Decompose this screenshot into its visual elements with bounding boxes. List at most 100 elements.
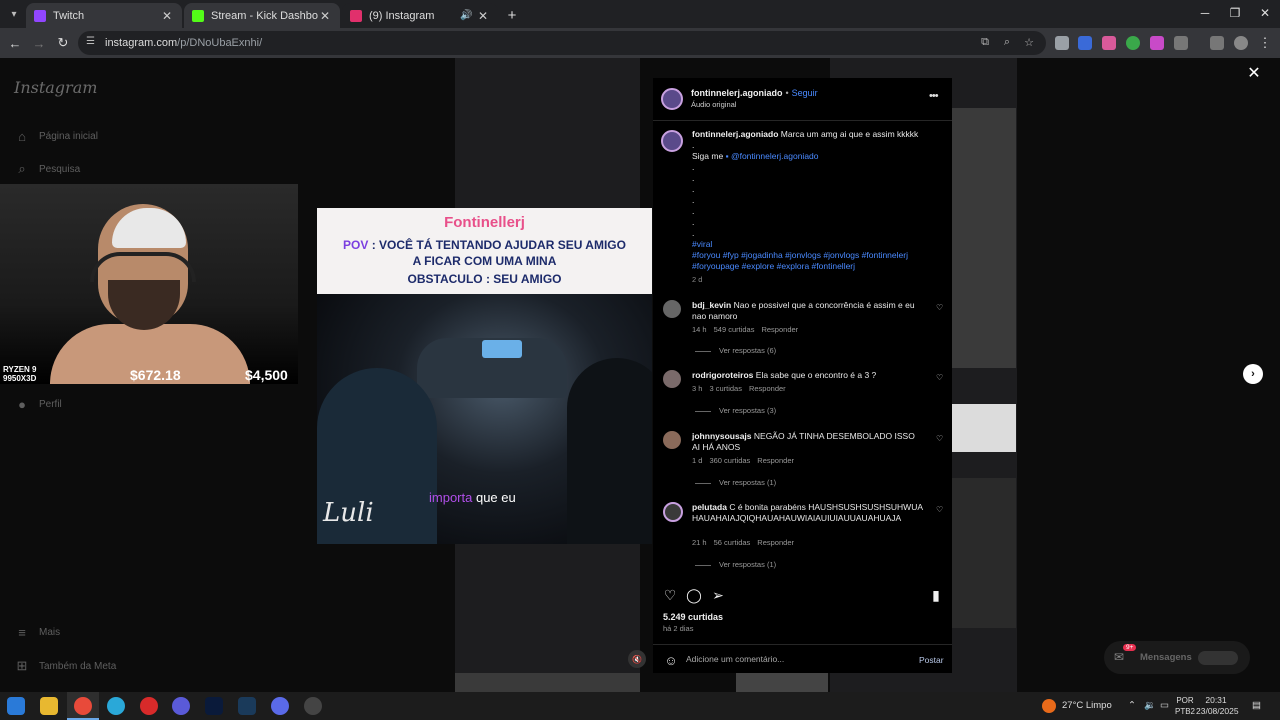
comment-username[interactable]: pelutada (692, 502, 727, 512)
comment-input[interactable] (686, 654, 906, 664)
audio-extension-icon[interactable] (1078, 36, 1092, 50)
windows-start-icon[interactable] (7, 697, 25, 715)
hashtags[interactable]: #foryou #fyp #jogadinha #jonvlogs #jonvl… (692, 250, 942, 261)
purple-extension-icon[interactable] (1150, 36, 1164, 50)
view-replies[interactable]: Ver respostas (1) (695, 478, 776, 487)
new-tab-button[interactable]: + (503, 6, 521, 24)
reply-button[interactable]: Responder (757, 538, 794, 547)
instagram-logo[interactable]: Instagram (14, 78, 97, 97)
sidebar-item-home[interactable]: ⌂ Página inicial (14, 128, 98, 144)
avatar[interactable] (661, 130, 683, 152)
speaker-icon[interactable]: 🔊 (460, 10, 476, 21)
view-replies[interactable]: Ver respostas (3) (695, 406, 776, 415)
comment-likes[interactable]: 56 curtidas (714, 538, 751, 547)
chevron-up-icon[interactable]: ⌃ (1128, 700, 1136, 711)
zoom-icon[interactable]: ⌕ (1000, 36, 1014, 50)
tab-twitch[interactable]: Twitch ✕ (26, 3, 182, 28)
comment-likes[interactable]: 3 curtidas (709, 384, 742, 393)
discord-icon[interactable] (271, 697, 289, 715)
close-tab-icon[interactable]: ✕ (160, 9, 174, 23)
forward-icon[interactable]: → (30, 34, 48, 52)
save-bookmark-icon[interactable]: ▮ (927, 586, 945, 604)
avatar[interactable] (663, 300, 681, 318)
close-tab-icon[interactable]: ✕ (318, 9, 332, 23)
caption-username[interactable]: fontinnelerj.agoniado (692, 129, 778, 139)
like-comment-icon[interactable]: ♡ (936, 505, 943, 514)
obs-icon[interactable] (304, 697, 322, 715)
comment-username[interactable]: bdj_kevin (692, 300, 731, 310)
address-bar[interactable]: ☰ instagram.com/p/DNoUbaExnhi/ ⧉ ⌕ ☆ (78, 31, 1046, 55)
messages-button[interactable]: ✉ 9+ Mensagens (1104, 641, 1250, 674)
comment-likes[interactable]: 549 curtidas (714, 325, 755, 334)
avatar[interactable] (663, 431, 681, 449)
green-extension-icon[interactable] (1126, 36, 1140, 50)
like-comment-icon[interactable]: ♡ (936, 434, 943, 443)
mention-link[interactable]: @fontinnelerj.agoniado (731, 151, 819, 161)
comment-username[interactable]: johnnysousajs (692, 431, 752, 441)
feed-thumbnail[interactable] (455, 673, 640, 692)
close-tab-icon[interactable]: ✕ (476, 9, 490, 23)
tab-kick[interactable]: Stream - Kick Dashboard ✕ (184, 3, 340, 28)
steam-icon[interactable] (238, 697, 256, 715)
sidebar-item-profile[interactable]: ● Perfil (14, 396, 62, 412)
emoji-icon[interactable]: ☺ (663, 652, 679, 668)
edge-icon[interactable] (107, 697, 125, 715)
comment-likes[interactable]: 360 curtidas (709, 456, 750, 465)
feed-thumbnail[interactable] (952, 478, 1016, 628)
post-comment-button[interactable]: Postar (919, 655, 944, 665)
close-window-icon[interactable]: ✕ (1250, 6, 1280, 20)
language-indicator[interactable]: POR PTB2 (1174, 695, 1196, 717)
clock[interactable]: 20:31 23/08/2025 (1196, 695, 1239, 717)
follow-button[interactable]: Seguir (792, 88, 818, 98)
opera-icon[interactable] (140, 697, 158, 715)
extensions-puzzle-icon[interactable] (1174, 36, 1188, 50)
color-extension-icon[interactable] (1102, 36, 1116, 50)
tab-search-chevron-icon[interactable]: ▾ (4, 4, 24, 24)
reply-button[interactable]: Responder (757, 456, 794, 465)
bookmark-star-icon[interactable]: ☆ (1022, 36, 1036, 50)
profile-avatar-icon[interactable] (1234, 36, 1248, 50)
back-icon[interactable]: ← (6, 34, 24, 52)
file-explorer-icon[interactable] (40, 697, 58, 715)
comment-icon[interactable]: ◯ (685, 586, 703, 604)
sidebar-item-search[interactable]: ⌕ Pesquisa (14, 161, 80, 177)
weather-text[interactable]: 27°C Limpo (1062, 700, 1112, 711)
share-icon[interactable]: ➢ (709, 586, 727, 604)
photoshop-icon[interactable] (205, 697, 223, 715)
feed-thumbnail[interactable] (952, 108, 1016, 368)
mute-icon[interactable]: 🔇 (628, 650, 646, 668)
restore-icon[interactable]: ❐ (1220, 6, 1250, 20)
avatar[interactable] (661, 88, 683, 110)
reply-button[interactable]: Responder (761, 325, 798, 334)
next-post-icon[interactable]: › (1243, 364, 1263, 384)
sidebar-item-more[interactable]: ≡ Mais (14, 624, 60, 640)
feed-thumbnail[interactable] (952, 404, 1016, 452)
reading-list-icon[interactable] (1210, 36, 1224, 50)
comment-username[interactable]: rodrigoroteiros (692, 370, 753, 380)
like-comment-icon[interactable]: ♡ (936, 303, 943, 312)
reply-button[interactable]: Responder (749, 384, 786, 393)
like-icon[interactable]: ♡ (661, 586, 679, 604)
more-options-icon[interactable]: ••• (929, 90, 939, 102)
reel-video[interactable]: Fontinellerj POV : VOCÊ TÁ TENTANDO AJUD… (317, 208, 652, 544)
volume-icon[interactable]: 🔉 (1144, 700, 1156, 711)
url-text[interactable]: instagram.com/p/DNoUbaExnhi/ (105, 37, 262, 49)
view-replies[interactable]: Ver respostas (1) (695, 560, 776, 569)
vpn-icon[interactable] (172, 697, 190, 715)
hashtags[interactable]: #viral (692, 239, 942, 250)
install-app-icon[interactable]: ⧉ (978, 36, 992, 50)
shield-extension-icon[interactable] (1055, 36, 1069, 50)
reload-icon[interactable]: ↻ (54, 34, 72, 52)
notification-icon[interactable]: ▤ (1252, 700, 1261, 711)
avatar[interactable] (663, 502, 683, 522)
like-comment-icon[interactable]: ♡ (936, 373, 943, 382)
minimize-icon[interactable]: ─ (1190, 6, 1220, 20)
username[interactable]: fontinnelerj.agoniado (691, 88, 783, 98)
feed-thumbnail[interactable] (736, 673, 828, 692)
tab-instagram[interactable]: (9) Instagram 🔊 ✕ (342, 3, 498, 28)
view-replies[interactable]: Ver respostas (6) (695, 346, 776, 355)
network-icon[interactable]: ▭ (1160, 700, 1169, 711)
like-count[interactable]: 5.249 curtidas (663, 612, 723, 622)
avatar[interactable] (663, 370, 681, 388)
close-modal-icon[interactable]: ✕ (1246, 66, 1262, 82)
